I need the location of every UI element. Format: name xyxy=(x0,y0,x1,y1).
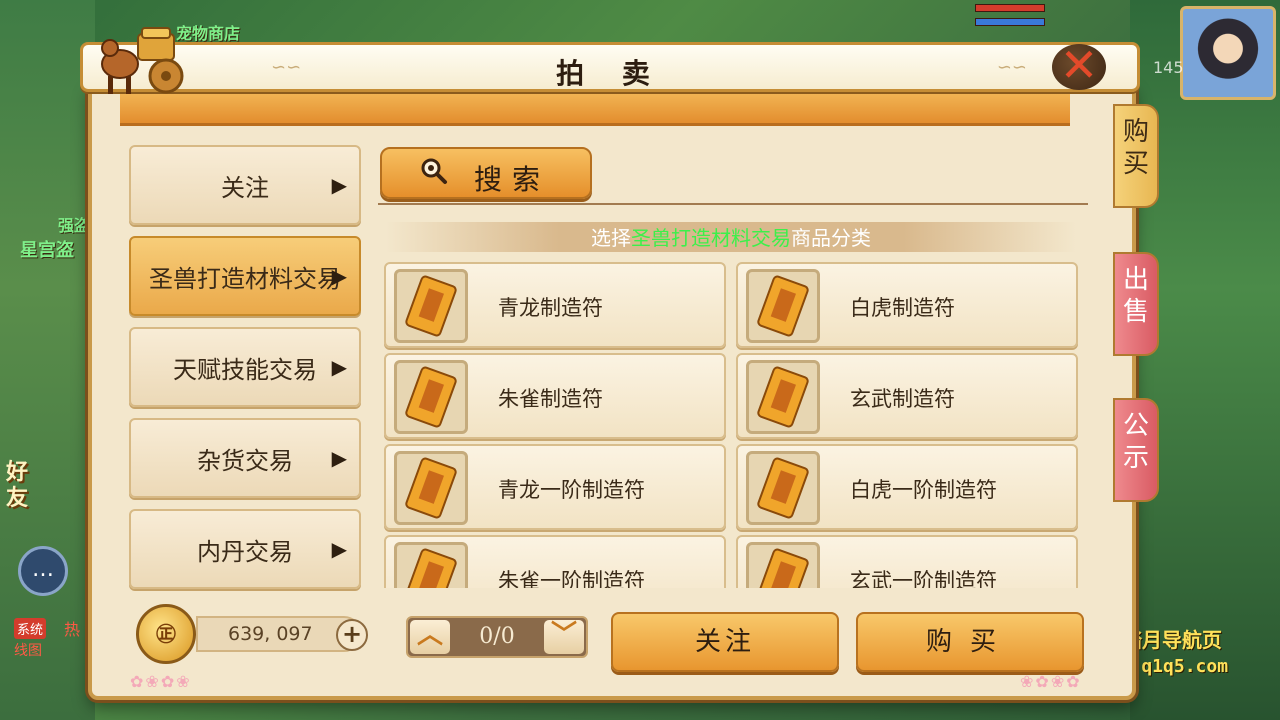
chevron-right-icon: ▶ xyxy=(331,446,347,470)
swirl-ornament-icon: ∽∽ xyxy=(996,57,1027,78)
chevron-right-icon: ▶ xyxy=(331,537,347,561)
gold-coin-icon: ㊣ xyxy=(136,604,196,664)
hint-highlight: 圣兽打造材料交易 xyxy=(631,226,791,250)
scroll-icon xyxy=(746,451,820,525)
add-currency-button[interactable]: + xyxy=(336,619,368,651)
scroll-icon xyxy=(394,360,468,434)
divider xyxy=(378,203,1088,205)
hint-suffix: 商品分类 xyxy=(791,226,871,250)
item-name: 玄武制造符 xyxy=(850,387,955,411)
tab-sell[interactable]: 出售 xyxy=(1113,252,1159,356)
category-label: 杂货交易 xyxy=(197,446,293,475)
item-card[interactable]: 白虎一阶制造符 xyxy=(736,444,1078,530)
chat-bubble-icon[interactable]: … xyxy=(18,546,68,596)
search-button[interactable]: 搜索 xyxy=(380,147,592,199)
item-name: 青龙制造符 xyxy=(498,296,603,320)
scroll-icon xyxy=(394,269,468,343)
category-beast-materials[interactable]: 圣兽打造材料交易 ▶ xyxy=(129,236,361,316)
item-name: 玄武一阶制造符 xyxy=(850,569,997,588)
title-bar: ∽∽ 拍 卖 ∽∽ xyxy=(80,42,1140,92)
pager: ︿ 0/0 ﹀ xyxy=(406,616,588,658)
follow-button[interactable]: 关注 xyxy=(611,612,839,672)
item-card[interactable]: 玄武一阶制造符 xyxy=(736,535,1078,588)
category-label: 关注 xyxy=(221,173,269,202)
sakura-ornament-icon: ✿❀✿❀ xyxy=(130,672,192,691)
mp-bar xyxy=(975,18,1045,26)
player-level: 145 xyxy=(1153,58,1184,77)
category-hint: 选择圣兽打造材料交易商品分类 xyxy=(386,222,1076,252)
scroll-icon xyxy=(394,542,468,588)
hp-bar xyxy=(975,4,1045,12)
close-button[interactable]: ✕ xyxy=(1052,42,1106,90)
scroll-icon xyxy=(746,269,820,343)
page-count: 0/0 xyxy=(479,624,515,649)
item-card[interactable]: 白虎制造符 xyxy=(736,262,1078,348)
system-tag: 系统 xyxy=(14,618,47,639)
item-card[interactable]: 青龙一阶制造符 xyxy=(384,444,726,530)
scroll-icon xyxy=(746,542,820,588)
scroll-icon xyxy=(394,451,468,525)
watermark-title: 踏月导航页 xyxy=(1122,628,1222,652)
item-name: 白虎制造符 xyxy=(850,296,955,320)
item-grid: 青龙制造符 白虎制造符 朱雀制造符 玄武制造符 青龙一阶制造符 白虎一阶制造符 … xyxy=(384,262,1080,588)
chevron-right-icon: ▶ xyxy=(331,173,347,197)
chevron-down-icon[interactable]: ﹀ xyxy=(544,620,584,654)
system-message: 线图 xyxy=(14,643,42,659)
item-name: 青龙一阶制造符 xyxy=(498,478,645,502)
category-label: 天赋技能交易 xyxy=(173,355,317,384)
category-misc-goods[interactable]: 杂货交易 ▶ xyxy=(129,418,361,498)
category-talent-skills[interactable]: 天赋技能交易 ▶ xyxy=(129,327,361,407)
npc-name-label: 强盗 xyxy=(58,216,91,235)
search-icon xyxy=(421,158,447,184)
tab-buy[interactable]: 购买 xyxy=(1113,104,1159,208)
system-message: 热 xyxy=(64,620,81,639)
item-card[interactable]: 玄武制造符 xyxy=(736,353,1078,439)
hint-prefix: 选择 xyxy=(591,226,631,250)
category-label: 内丹交易 xyxy=(197,537,293,566)
item-name: 朱雀一阶制造符 xyxy=(498,569,645,588)
game-scene-left xyxy=(0,0,95,720)
scroll-icon xyxy=(746,360,820,434)
title-banner xyxy=(120,92,1070,126)
chevron-right-icon: ▶ xyxy=(331,264,347,288)
item-card[interactable]: 朱雀一阶制造符 xyxy=(384,535,726,588)
search-label: 搜索 xyxy=(474,163,551,196)
tab-notice[interactable]: 公示 xyxy=(1113,398,1159,502)
status-bars xyxy=(975,4,1045,32)
sakura-ornament-icon: ❀✿❀✿ xyxy=(1020,672,1082,691)
item-name: 白虎一阶制造符 xyxy=(850,478,997,502)
chevron-right-icon: ▶ xyxy=(331,355,347,379)
chevron-up-icon[interactable]: ︿ xyxy=(410,620,450,654)
category-follow[interactable]: 关注 ▶ xyxy=(129,145,361,225)
item-card[interactable]: 青龙制造符 xyxy=(384,262,726,348)
player-avatar[interactable] xyxy=(1180,6,1276,100)
treasure-cart-icon xyxy=(101,27,184,94)
friends-button[interactable]: 好友 xyxy=(6,460,46,518)
category-inner-core[interactable]: 内丹交易 ▶ xyxy=(129,509,361,589)
category-label: 圣兽打造材料交易 xyxy=(149,264,341,293)
npc-name-label: 星宫盗 xyxy=(20,240,74,261)
item-name: 朱雀制造符 xyxy=(498,387,603,411)
buy-button[interactable]: 购买 xyxy=(856,612,1084,672)
item-card[interactable]: 朱雀制造符 xyxy=(384,353,726,439)
